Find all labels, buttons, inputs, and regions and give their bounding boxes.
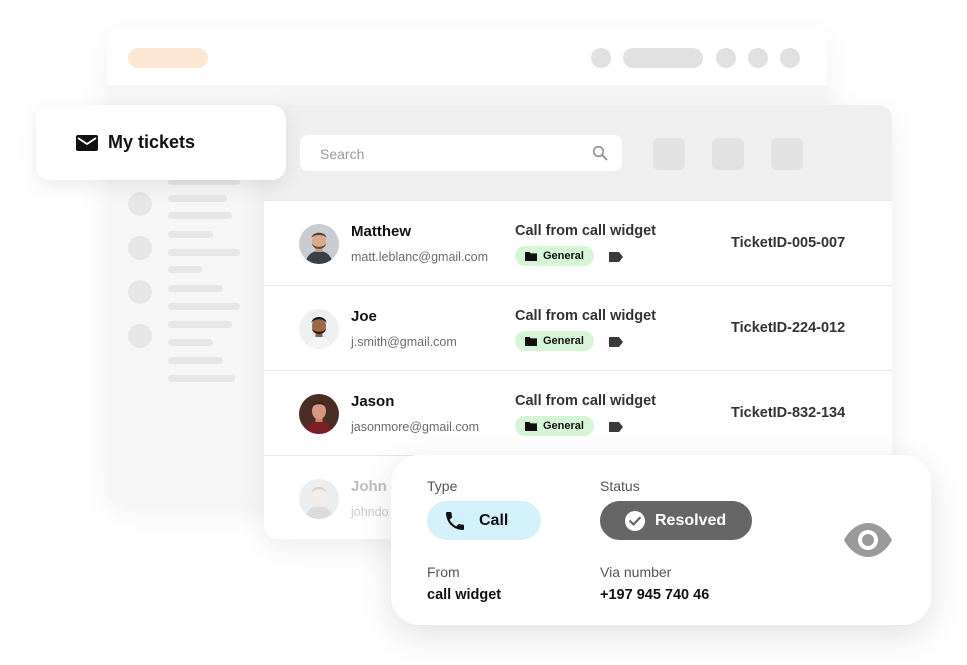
sidebar-placeholder-avatar bbox=[128, 236, 152, 260]
avatar bbox=[299, 224, 339, 264]
customer-email: matt.leblanc@gmail.com bbox=[351, 250, 489, 264]
topbar-dot bbox=[591, 48, 611, 68]
tag-label: General bbox=[543, 335, 584, 347]
tag-label: General bbox=[543, 250, 584, 262]
customer-email: johndo bbox=[351, 505, 389, 519]
sidebar-placeholder-avatar bbox=[128, 192, 152, 216]
customer-name: John bbox=[351, 478, 387, 495]
sidebar-placeholder-line bbox=[168, 266, 202, 273]
ticket-subject: Call from call widget bbox=[515, 223, 656, 239]
avatar bbox=[299, 309, 339, 349]
sidebar-placeholder-avatar bbox=[128, 324, 152, 348]
customer-email: j.smith@gmail.com bbox=[351, 335, 457, 349]
search-input[interactable] bbox=[318, 144, 582, 164]
sidebar-placeholder-line bbox=[168, 212, 232, 219]
department-tag[interactable]: General bbox=[515, 331, 594, 351]
window-topbar bbox=[107, 28, 827, 85]
sidebar-placeholder-line bbox=[168, 357, 223, 364]
header-action-button[interactable] bbox=[653, 138, 685, 170]
sidebar-placeholder-line bbox=[168, 195, 227, 202]
tag-label: General bbox=[543, 420, 584, 432]
tickets-header bbox=[264, 105, 892, 200]
via-number-label: Via number bbox=[600, 564, 672, 580]
sidebar-placeholder-avatar bbox=[128, 280, 152, 304]
ticket-row[interactable]: Jason jasonmore@gmail.com Call from call… bbox=[264, 370, 892, 456]
sidebar-placeholder-line bbox=[168, 285, 223, 292]
sidebar-placeholder-line bbox=[168, 249, 240, 256]
sidebar-placeholder-line bbox=[168, 375, 235, 382]
ticket-row[interactable]: Joe j.smith@gmail.com Call from call wid… bbox=[264, 285, 892, 371]
customer-email: jasonmore@gmail.com bbox=[351, 420, 480, 434]
sidebar-placeholder-line bbox=[168, 339, 213, 346]
search-icon[interactable] bbox=[592, 145, 608, 161]
label-icon[interactable] bbox=[609, 252, 623, 262]
ticket-id: TicketID-005-007 bbox=[731, 235, 846, 251]
customer-name: Joe bbox=[351, 308, 377, 325]
folder-icon bbox=[525, 422, 537, 431]
from-value: call widget bbox=[427, 587, 502, 603]
ticket-id: TicketID-832-134 bbox=[731, 405, 846, 421]
status-label: Status bbox=[600, 478, 640, 494]
status-value: Resolved bbox=[655, 511, 727, 529]
ticket-detail-card: Type Call Status Resolved From call widg… bbox=[391, 455, 931, 625]
type-value: Call bbox=[479, 511, 509, 529]
check-circle-icon bbox=[625, 510, 645, 531]
phone-icon bbox=[446, 511, 464, 530]
sidebar-placeholder-line bbox=[168, 303, 240, 310]
from-label: From bbox=[427, 564, 460, 580]
label-icon[interactable] bbox=[609, 337, 623, 347]
ticket-subject: Call from call widget bbox=[515, 308, 656, 324]
ticket-subject: Call from call widget bbox=[515, 393, 656, 409]
avatar bbox=[299, 394, 339, 434]
topbar-dot bbox=[780, 48, 800, 68]
via-number-value: +197 945 740 46 bbox=[600, 587, 710, 603]
sidebar-placeholder-line bbox=[168, 231, 213, 238]
envelope-icon bbox=[76, 134, 98, 151]
department-tag[interactable]: General bbox=[515, 416, 594, 436]
eye-icon[interactable] bbox=[843, 522, 893, 558]
customer-name: Matthew bbox=[351, 223, 411, 240]
type-badge: Call bbox=[427, 501, 541, 540]
sidebar-placeholder-line bbox=[168, 321, 232, 328]
ticket-row[interactable]: Matthew matt.leblanc@gmail.com Call from… bbox=[264, 200, 892, 286]
department-tag[interactable]: General bbox=[515, 246, 594, 266]
header-action-button[interactable] bbox=[771, 138, 803, 170]
my-tickets-label: My tickets bbox=[108, 132, 196, 152]
topbar-placeholder-pill bbox=[128, 48, 208, 68]
topbar-dot bbox=[716, 48, 736, 68]
search-box[interactable] bbox=[300, 135, 622, 171]
status-badge: Resolved bbox=[600, 501, 752, 540]
folder-icon bbox=[525, 252, 537, 261]
folder-icon bbox=[525, 337, 537, 346]
topbar-dot bbox=[748, 48, 768, 68]
my-tickets-tab[interactable]: My tickets bbox=[36, 105, 286, 180]
ticket-id: TicketID-224-012 bbox=[731, 320, 846, 336]
customer-name: Jason bbox=[351, 393, 395, 410]
label-icon[interactable] bbox=[609, 422, 623, 432]
topbar-placeholder-bar bbox=[623, 48, 703, 68]
type-label: Type bbox=[427, 478, 458, 494]
avatar bbox=[299, 479, 339, 519]
header-action-button[interactable] bbox=[712, 138, 744, 170]
